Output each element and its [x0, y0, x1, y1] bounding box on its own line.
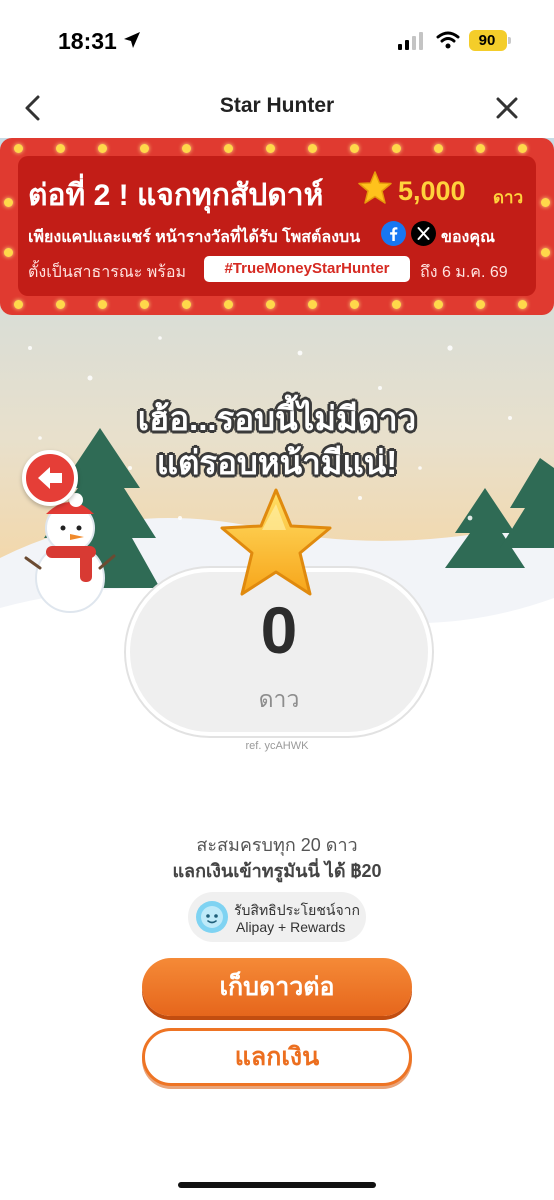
status-bar: 18:31 90	[0, 0, 554, 80]
banner-light	[308, 144, 317, 153]
redeem-rule: แลกเงินเข้าทรูมันนี่ ได้ ฿20	[172, 861, 382, 881]
banner-light	[266, 300, 275, 309]
banner-light	[182, 144, 191, 153]
location-arrow-icon	[124, 32, 140, 48]
banner-light	[518, 300, 527, 309]
close-icon[interactable]	[494, 95, 520, 121]
banner-light	[182, 300, 191, 309]
redeem-button[interactable]: แลกเงิน	[142, 1028, 412, 1086]
reference-code: ref. ycAHWK	[245, 740, 309, 752]
banner-light	[4, 198, 13, 207]
hashtag-badge: #TrueMoneyStarHunter	[204, 256, 410, 282]
banner-light	[434, 144, 443, 153]
star-count-unit: ดาว	[258, 686, 300, 712]
promo-amount-unit: ดาว	[493, 188, 524, 207]
banner-light	[541, 248, 550, 257]
wifi-icon	[436, 31, 460, 49]
star-count-value: 0	[260, 593, 298, 667]
page-title: Star Hunter	[219, 94, 335, 117]
banner-light	[4, 248, 13, 257]
banner-light	[224, 300, 233, 309]
banner-light	[56, 300, 65, 309]
banner-light	[350, 300, 359, 309]
banner-light	[98, 144, 107, 153]
banner-light	[392, 300, 401, 309]
banner-light	[14, 144, 23, 153]
bottom-safe-area	[0, 1150, 554, 1200]
battery-level: 90	[478, 32, 496, 49]
banner-light	[140, 144, 149, 153]
status-time: 18:31	[58, 28, 117, 54]
banner-light	[308, 300, 317, 309]
banner-light	[350, 144, 359, 153]
facebook-icon	[381, 221, 406, 246]
promo-banner[interactable]: ต่อที่ 2 ! แจกทุกสัปดาห์ 5,000 ดาว เพียง…	[0, 138, 554, 315]
result-subheadline: แต่รอบหน้ามีแน่!	[156, 444, 398, 481]
banner-light	[392, 144, 401, 153]
alipay-rewards-badge[interactable]: รับสิทธิประโยชน์จาก Alipay + Rewards	[188, 892, 366, 942]
banner-light	[14, 300, 23, 309]
promo-title: ต่อที่ 2 ! แจกทุกสัปดาห์	[28, 179, 324, 212]
gold-star-icon	[220, 488, 332, 596]
promo-amount: 5,000	[398, 176, 466, 206]
partner-name: Alipay + Rewards	[236, 919, 346, 935]
banner-light	[224, 144, 233, 153]
nav-bar: Star Hunter	[0, 80, 554, 138]
collect-rule: สะสมครบทุก 20 ดาว	[196, 835, 358, 855]
banner-light	[518, 144, 527, 153]
banner-light	[98, 300, 107, 309]
collect-more-stars-button[interactable]: เก็บดาวต่อ	[142, 958, 412, 1016]
promo-deadline: ถึง 6 ม.ค. 69	[420, 264, 508, 281]
battery-tip	[508, 37, 511, 44]
promo-instruction: เพียงแคปและแชร์ หน้ารางวัลที่ได้รับ โพสต…	[28, 229, 361, 246]
banner-light	[476, 300, 485, 309]
x-twitter-icon	[411, 221, 436, 246]
banner-light	[140, 300, 149, 309]
promo-instruction-end: ของคุณ	[441, 229, 495, 246]
promo-public-note: ตั้งเป็นสาธารณะ พร้อม	[28, 264, 187, 281]
game-scene: ต่อที่ 2 ! แจกทุกสัปดาห์ 5,000 ดาว เพียง…	[0, 138, 554, 1150]
cellular-signal-icon	[398, 32, 423, 50]
star-icon	[358, 171, 392, 204]
alipay-rewards-icon	[196, 901, 228, 933]
battery-indicator: 90	[469, 30, 511, 51]
scene-back-button[interactable]	[22, 450, 78, 506]
home-indicator[interactable]	[178, 1182, 376, 1188]
arrow-left-icon	[38, 467, 62, 489]
banner-light	[541, 198, 550, 207]
banner-light	[434, 300, 443, 309]
banner-light	[266, 144, 275, 153]
banner-light	[476, 144, 485, 153]
banner-light	[56, 144, 65, 153]
